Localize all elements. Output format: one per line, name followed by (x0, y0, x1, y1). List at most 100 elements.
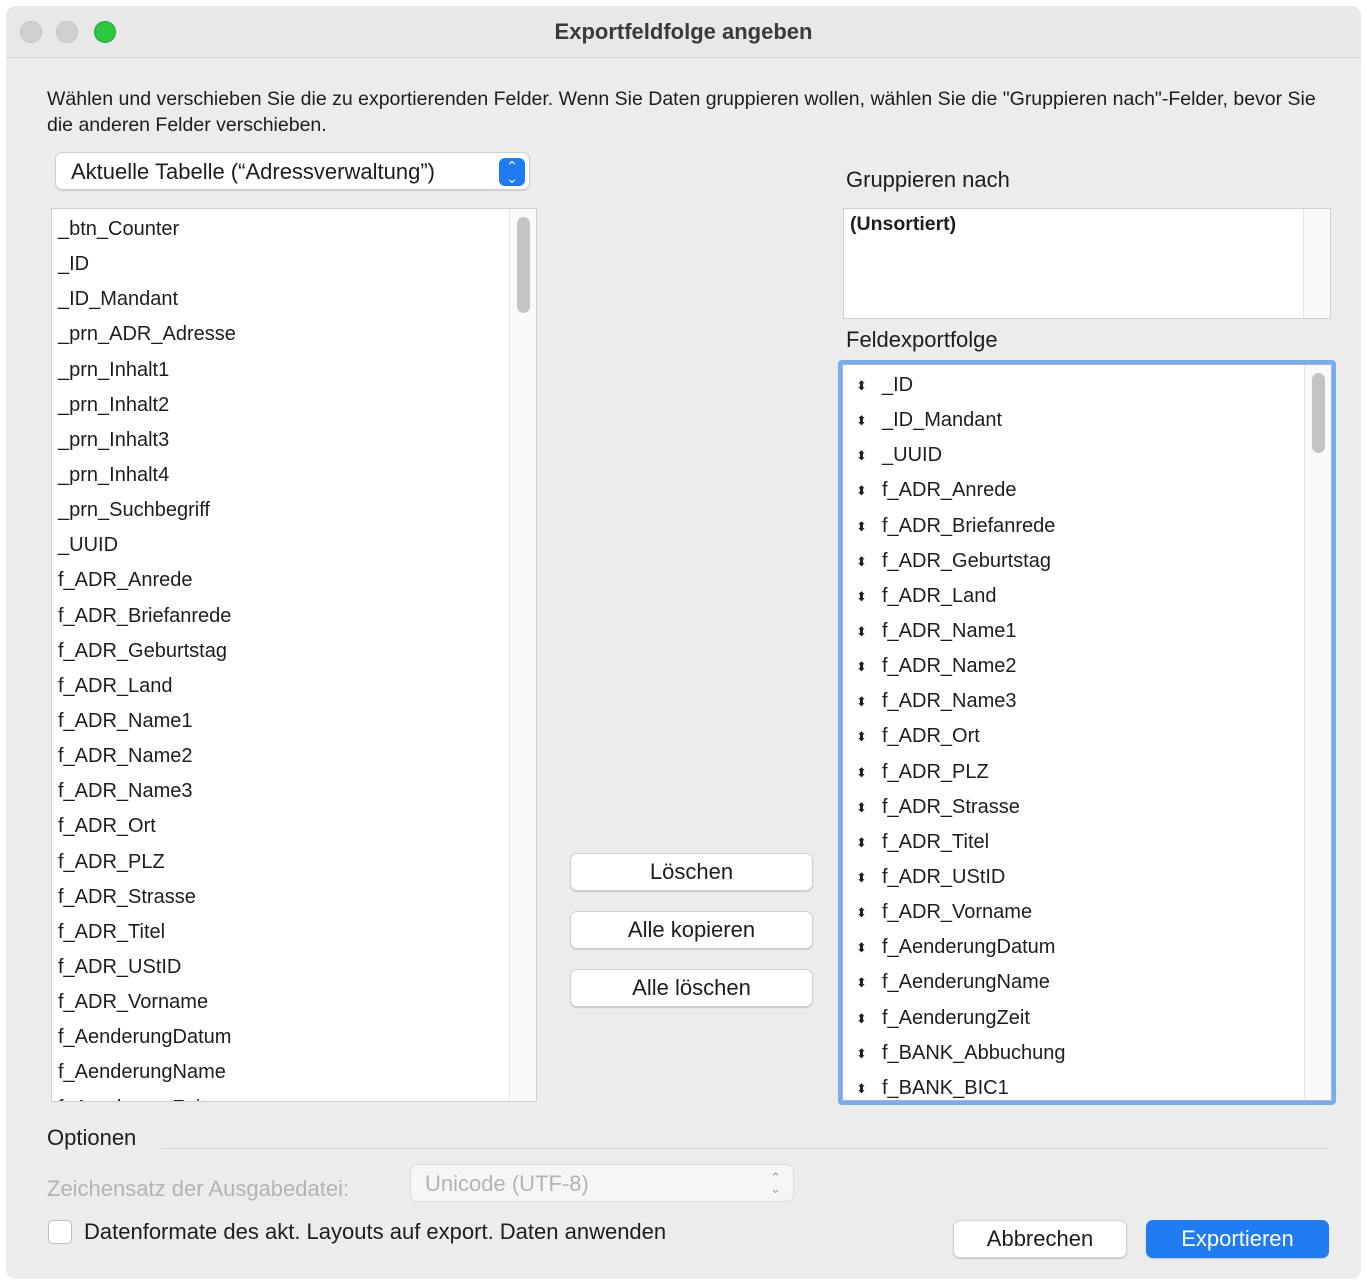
reorder-arrows-icon[interactable]: ⬍ (856, 579, 876, 614)
export-order-item-label: _UUID (882, 444, 943, 467)
export-order-item[interactable]: ⬍ f_AenderungDatum (843, 930, 1303, 965)
export-order-scrollbar[interactable] (1304, 365, 1331, 1100)
source-list-scroll-thumb[interactable] (517, 217, 530, 313)
reorder-arrows-icon[interactable]: ⬍ (856, 438, 876, 473)
source-field-item[interactable]: f_ADR_Name3 (52, 774, 507, 809)
export-order-item[interactable]: ⬍ f_AenderungZeit (843, 1001, 1303, 1036)
export-order-item[interactable]: ⬍ f_ADR_PLZ (843, 755, 1303, 790)
source-field-item[interactable]: f_ADR_Briefanrede (52, 599, 507, 634)
reorder-arrows-icon[interactable]: ⬍ (856, 790, 876, 825)
reorder-arrows-icon[interactable]: ⬍ (856, 684, 876, 719)
source-field-item[interactable]: _prn_Inhalt4 (52, 458, 507, 493)
source-field-item[interactable]: f_ADR_Geburtstag (52, 634, 507, 669)
source-field-item[interactable]: f_ADR_Name2 (52, 739, 507, 774)
source-field-item[interactable]: _prn_Inhalt1 (52, 353, 507, 388)
source-field-item[interactable]: f_AenderungDatum (52, 1020, 507, 1055)
export-order-item[interactable]: ⬍ _ID_Mandant (843, 403, 1303, 438)
source-field-item[interactable]: f_ADR_Vorname (52, 985, 507, 1020)
group-by-scrollbar[interactable] (1303, 209, 1330, 318)
export-order-item[interactable]: ⬍ _UUID (843, 438, 1303, 473)
export-order-item-label: f_ADR_Titel (882, 830, 990, 853)
export-order-item[interactable]: ⬍ f_ADR_Ort (843, 719, 1303, 754)
source-field-item[interactable]: _prn_Suchbegriff (52, 493, 507, 528)
source-field-item[interactable]: f_AenderungZeit (52, 1091, 507, 1101)
source-field-item[interactable]: f_ADR_Titel (52, 915, 507, 950)
source-field-item[interactable]: f_AenderungName (52, 1055, 507, 1090)
delete-button[interactable]: Löschen (570, 853, 813, 891)
export-order-rows: ⬍ _ID ⬍ _ID_Mandant ⬍ _UUID ⬍ f_ADR_Anrede ⬍ f_AD… (843, 368, 1303, 1101)
export-order-item[interactable]: ⬍ f_ADR_Anrede (843, 473, 1303, 508)
source-field-item[interactable]: _btn_Counter (52, 212, 507, 247)
reorder-arrows-icon[interactable]: ⬍ (856, 965, 876, 1000)
export-order-item[interactable]: ⬍ _ID (843, 368, 1303, 403)
reorder-arrows-icon[interactable]: ⬍ (856, 403, 876, 438)
source-field-item[interactable]: f_ADR_Ort (52, 809, 507, 844)
source-field-item[interactable]: f_ADR_Anrede (52, 563, 507, 598)
export-order-item[interactable]: ⬍ f_ADR_Briefanrede (843, 509, 1303, 544)
reorder-arrows-icon[interactable]: ⬍ (856, 755, 876, 790)
export-order-item[interactable]: ⬍ f_ADR_Strasse (843, 790, 1303, 825)
export-order-item-label: f_ADR_Geburtstag (882, 549, 1051, 572)
source-field-item[interactable]: f_ADR_Land (52, 669, 507, 704)
export-order-item-label: f_ADR_Name1 (882, 619, 1017, 642)
export-order-item-label: f_BANK_Abbuchung (882, 1041, 1066, 1064)
group-by-list[interactable]: (Unsortiert) (843, 208, 1331, 319)
export-order-item[interactable]: ⬍ f_ADR_Name2 (843, 649, 1303, 684)
reorder-arrows-icon[interactable]: ⬍ (856, 614, 876, 649)
reorder-arrows-icon[interactable]: ⬍ (856, 509, 876, 544)
export-order-item[interactable]: ⬍ f_ADR_Titel (843, 825, 1303, 860)
reorder-arrows-icon[interactable]: ⬍ (856, 825, 876, 860)
export-order-item-label: f_ADR_Land (882, 584, 997, 607)
export-order-item-label: f_ADR_Ort (882, 725, 980, 748)
reorder-arrows-icon[interactable]: ⬍ (856, 368, 876, 403)
source-field-item[interactable]: f_ADR_UStID (52, 950, 507, 985)
export-order-item[interactable]: ⬍ f_AenderungName (843, 965, 1303, 1000)
up-down-chevron-icon: ⌃ ⌄ (499, 158, 525, 186)
export-order-item[interactable]: ⬍ f_BANK_BIC1 (843, 1071, 1303, 1101)
source-field-item[interactable]: _ID (52, 247, 507, 282)
reorder-arrows-icon[interactable]: ⬍ (856, 860, 876, 895)
reorder-arrows-icon[interactable]: ⬍ (856, 649, 876, 684)
export-order-item[interactable]: ⬍ f_ADR_Land (843, 579, 1303, 614)
reorder-arrows-icon[interactable]: ⬍ (856, 719, 876, 754)
delete-all-button[interactable]: Alle löschen (570, 969, 813, 1007)
table-select[interactable]: Aktuelle Tabelle (“Adressverwaltung”) ⌃ ⌄ (55, 152, 530, 190)
source-field-item[interactable]: _prn_ADR_Adresse (52, 317, 507, 352)
export-order-item[interactable]: ⬍ f_ADR_Name3 (843, 684, 1303, 719)
reorder-arrows-icon[interactable]: ⬍ (856, 473, 876, 508)
export-order-item-label: f_AenderungZeit (882, 1006, 1030, 1029)
reorder-arrows-icon[interactable]: ⬍ (856, 930, 876, 965)
export-order-list[interactable]: ⬍ _ID ⬍ _ID_Mandant ⬍ _UUID ⬍ f_ADR_Anrede ⬍ f_AD… (838, 360, 1336, 1105)
reorder-arrows-icon[interactable]: ⬍ (856, 544, 876, 579)
reorder-arrows-icon[interactable]: ⬍ (856, 1071, 876, 1101)
apply-formats-checkbox[interactable] (48, 1220, 72, 1244)
reorder-arrows-icon[interactable]: ⬍ (856, 895, 876, 930)
export-button[interactable]: Exportieren (1146, 1220, 1329, 1258)
source-field-list[interactable]: _btn_Counter _ID _ID_Mandant _prn_ADR_Adres… (51, 208, 537, 1102)
export-order-item[interactable]: ⬍ f_ADR_Geburtstag (843, 544, 1303, 579)
export-order-item-label: f_ADR_Vorname (882, 901, 1033, 924)
source-field-item[interactable]: f_ADR_Strasse (52, 880, 507, 915)
source-field-item[interactable]: _prn_Inhalt2 (52, 388, 507, 423)
group-by-item[interactable]: (Unsortiert) (850, 213, 956, 236)
cancel-button[interactable]: Abbrechen (953, 1220, 1127, 1258)
copy-all-button[interactable]: Alle kopieren (570, 911, 813, 949)
source-field-item[interactable]: f_ADR_Name1 (52, 704, 507, 739)
source-field-item[interactable]: _UUID (52, 528, 507, 563)
export-order-scroll-thumb[interactable] (1312, 373, 1325, 453)
export-order-item[interactable]: ⬍ f_ADR_Name1 (843, 614, 1303, 649)
apply-formats-label[interactable]: Datenformate des akt. Layouts auf export… (84, 1219, 666, 1245)
export-order-item[interactable]: ⬍ f_ADR_Vorname (843, 895, 1303, 930)
up-down-chevron-icon: ⌃ ⌄ (770, 1170, 781, 1196)
window-title: Exportfeldfolge angeben (554, 19, 813, 44)
source-list-scrollbar[interactable] (509, 209, 536, 1101)
source-field-item[interactable]: f_ADR_PLZ (52, 845, 507, 880)
charset-select: Unicode (UTF-8) ⌃ ⌄ (410, 1164, 794, 1202)
source-field-item[interactable]: _prn_Inhalt3 (52, 423, 507, 458)
export-order-item[interactable]: ⬍ f_ADR_UStID (843, 860, 1303, 895)
source-field-item[interactable]: _ID_Mandant (52, 282, 507, 317)
reorder-arrows-icon[interactable]: ⬍ (856, 1036, 876, 1071)
export-order-item[interactable]: ⬍ f_BANK_Abbuchung (843, 1036, 1303, 1071)
charset-label: Zeichensatz der Ausgabedatei: (47, 1176, 350, 1201)
reorder-arrows-icon[interactable]: ⬍ (856, 1001, 876, 1036)
